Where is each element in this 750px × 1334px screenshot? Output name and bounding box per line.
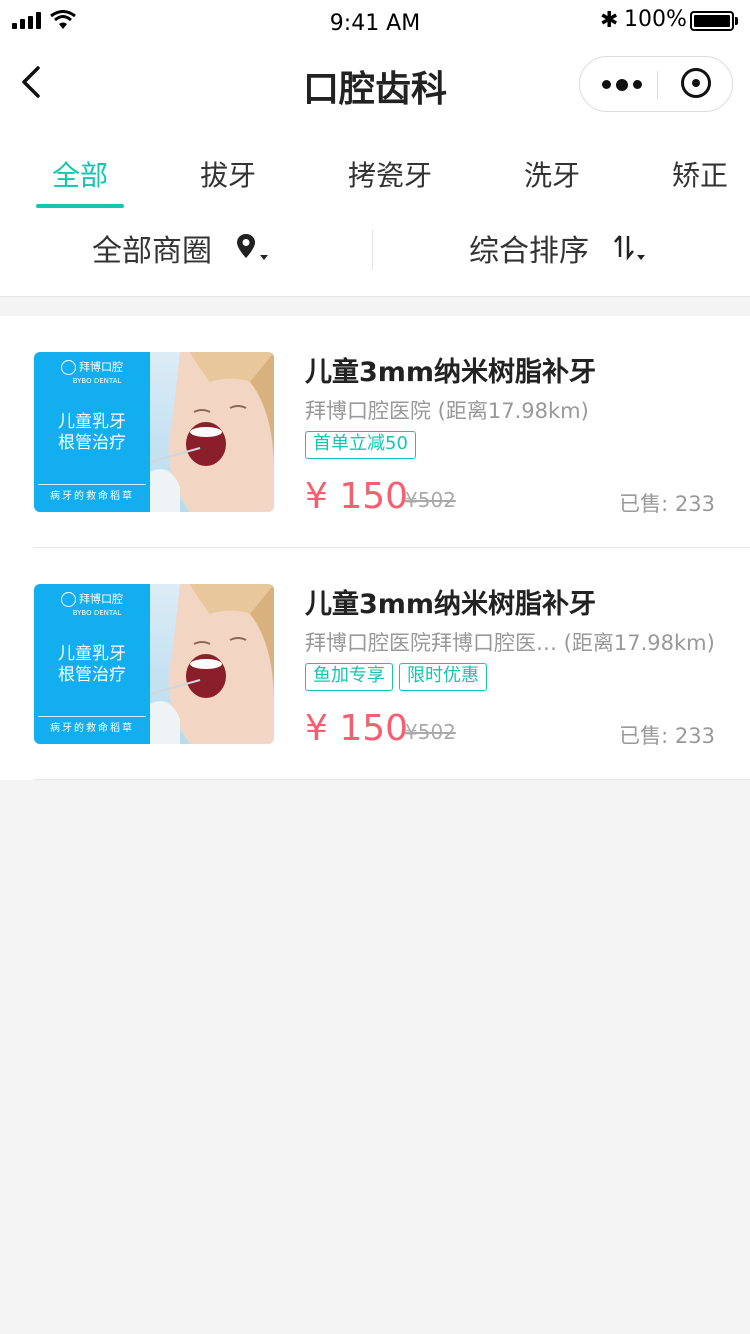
image-slogan: 病牙的救命稻草 xyxy=(38,716,146,734)
brand-logo: 拜博口腔 BYBO DENTAL xyxy=(34,360,150,388)
battery-percent: 100% xyxy=(624,7,687,32)
image-headline: 儿童乳牙 根管治疗 xyxy=(58,412,126,453)
card-divider xyxy=(34,779,750,780)
more-icon[interactable] xyxy=(602,79,642,91)
brand-logo: 拜博口腔 BYBO DENTAL xyxy=(34,592,150,620)
product-name: 儿童3mm纳米树脂补牙 xyxy=(305,357,597,388)
product-name: 儿童3mm纳米树脂补牙 xyxy=(305,589,597,620)
sort-filter-label: 综合排序 xyxy=(469,234,589,269)
sort-icon xyxy=(613,233,647,263)
product-card[interactable]: 拜博口腔 BYBO DENTAL 儿童乳牙 根管治疗 病牙的救命稻草 儿童3mm… xyxy=(0,548,750,780)
tab-orthodontics[interactable]: 矫正 xyxy=(672,154,728,194)
battery-icon xyxy=(690,11,738,31)
child-dental-photo xyxy=(150,352,274,512)
shop-distance: 拜博口腔医院 (距离17.98km) xyxy=(305,399,589,423)
location-pin-icon xyxy=(236,233,270,263)
sold-count: 已售: 233 xyxy=(619,724,715,748)
product-card[interactable]: 拜博口腔 BYBO DENTAL 儿童乳牙 根管治疗 病牙的救命稻草 儿童3mm… xyxy=(0,316,750,548)
price: ¥ 150 xyxy=(305,476,409,517)
product-list: 拜博口腔 BYBO DENTAL 儿童乳牙 根管治疗 病牙的救命稻草 儿童3mm… xyxy=(0,316,750,780)
area-filter-label: 全部商圈 xyxy=(92,234,212,269)
filter-bar: 全部商圈 综合排序 xyxy=(0,210,750,297)
sold-count: 已售: 233 xyxy=(619,492,715,516)
capsule-divider xyxy=(657,71,658,99)
tab-all[interactable]: 全部 xyxy=(52,154,108,194)
active-tab-indicator xyxy=(36,204,124,208)
sort-filter-button[interactable]: 综合排序 xyxy=(469,226,647,270)
image-headline: 儿童乳牙 根管治疗 xyxy=(58,644,126,685)
mini-program-capsule xyxy=(579,56,733,112)
nav-bar: 口腔齿科 xyxy=(0,50,750,128)
tab-extraction[interactable]: 拔牙 xyxy=(200,154,256,194)
category-tabs: 全部 拔牙 拷瓷牙 洗牙 矫正 xyxy=(0,128,750,210)
header: 9:41 AM ✱ 100% 口腔齿科 全部 拔牙 拷瓷牙 洗牙 矫正 全部商圈 xyxy=(0,0,750,297)
tab-porcelain[interactable]: 拷瓷牙 xyxy=(348,154,432,194)
child-dental-photo xyxy=(150,584,274,744)
price: ¥ 150 xyxy=(305,708,409,749)
status-bar: 9:41 AM ✱ 100% xyxy=(0,0,750,50)
original-price: ¥502 xyxy=(405,720,456,744)
promo-tag: 鱼加专享 xyxy=(305,663,393,691)
product-image: 拜博口腔 BYBO DENTAL 儿童乳牙 根管治疗 病牙的救命稻草 xyxy=(34,584,274,744)
bluetooth-icon: ✱ xyxy=(600,8,619,33)
original-price: ¥502 xyxy=(405,488,456,512)
tab-cleaning[interactable]: 洗牙 xyxy=(524,154,580,194)
product-image: 拜博口腔 BYBO DENTAL 儿童乳牙 根管治疗 病牙的救命稻草 xyxy=(34,352,274,512)
area-filter-button[interactable]: 全部商圈 xyxy=(92,226,270,270)
image-slogan: 病牙的救命稻草 xyxy=(38,484,146,502)
close-target-icon[interactable] xyxy=(681,68,711,98)
filter-divider xyxy=(372,230,373,270)
promo-tag: 限时优惠 xyxy=(399,663,487,691)
promo-tag: 首单立减50 xyxy=(305,431,416,459)
shop-distance: 拜博口腔医院拜博口腔医… (距离17.98km) xyxy=(305,631,715,655)
